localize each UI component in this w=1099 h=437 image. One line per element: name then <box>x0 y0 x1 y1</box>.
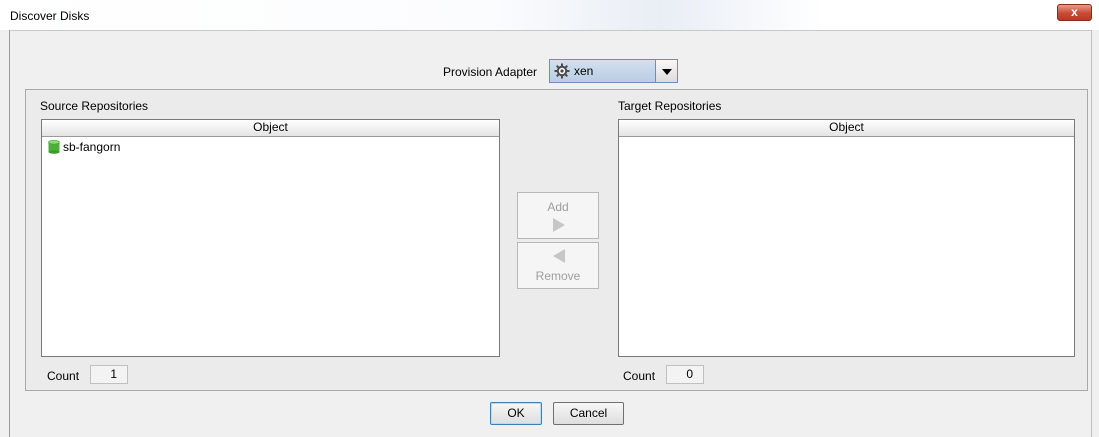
arrow-right-icon <box>553 218 565 232</box>
frame-border-left <box>9 30 10 437</box>
target-repositories-list[interactable]: Object <box>618 119 1075 357</box>
remove-button-label: Remove <box>535 269 581 283</box>
close-icon: x <box>1071 5 1078 19</box>
provision-adapter-label: Provision Adapter <box>443 65 538 79</box>
ok-button[interactable]: OK <box>490 402 542 425</box>
source-count-field: 1 <box>90 365 128 384</box>
target-count-field: 0 <box>666 365 704 384</box>
title-bar: Discover Disks x <box>0 0 1099 30</box>
source-count-label: Count <box>47 369 80 383</box>
repositories-panel: Source Repositories Object sb-fangorn Co… <box>25 89 1088 391</box>
database-cylinder-icon <box>48 140 60 154</box>
arrow-left-icon <box>553 249 565 263</box>
source-repositories-label: Source Repositories <box>40 99 149 113</box>
window-title: Discover Disks <box>10 9 90 23</box>
add-button[interactable]: Add <box>517 192 599 239</box>
chevron-down-icon[interactable] <box>655 60 677 82</box>
source-column-header-object[interactable]: Object <box>42 120 499 137</box>
provision-adapter-value: xen <box>574 64 594 78</box>
close-button[interactable]: x <box>1057 4 1092 21</box>
target-count-label: Count <box>623 369 656 383</box>
target-column-header-object[interactable]: Object <box>619 120 1074 137</box>
repository-name: sb-fangorn <box>63 140 121 154</box>
remove-button[interactable]: Remove <box>517 242 599 289</box>
source-repositories-list[interactable]: Object sb-fangorn <box>41 119 500 357</box>
cancel-button[interactable]: Cancel <box>553 402 624 425</box>
frame-border-top <box>9 30 1092 31</box>
frame-border-right <box>1091 30 1092 437</box>
provision-adapter-select[interactable]: xen <box>549 59 678 83</box>
target-repositories-label: Target Repositories <box>618 99 722 113</box>
gear-icon <box>554 63 570 79</box>
add-button-label: Add <box>547 200 569 214</box>
